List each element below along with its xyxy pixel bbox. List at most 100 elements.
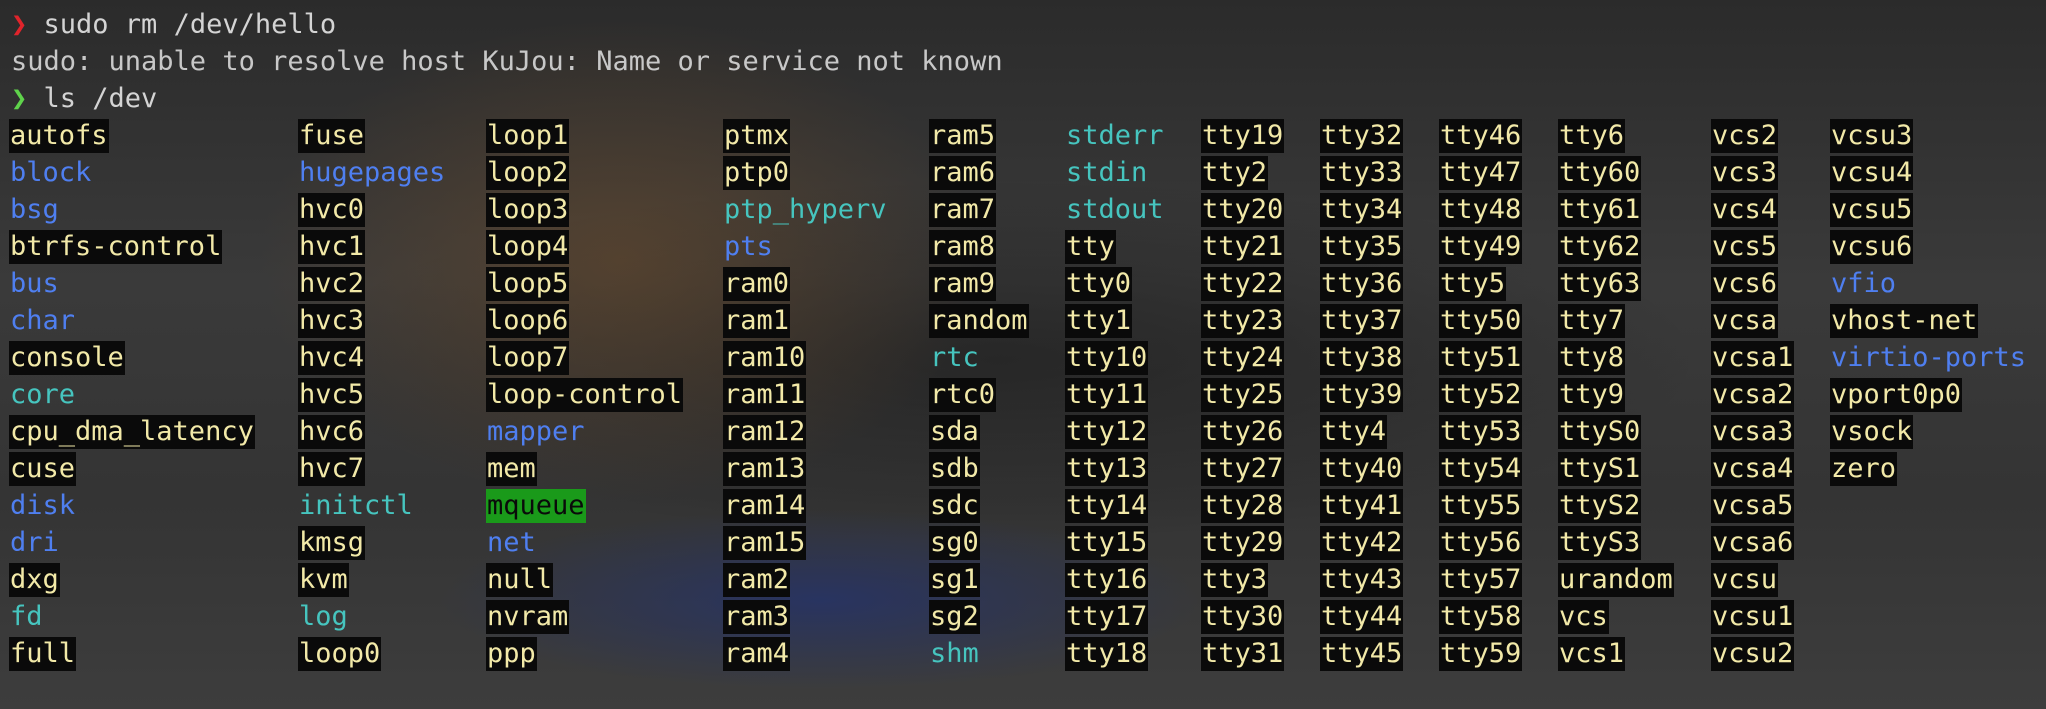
dev-entry-vhost-net: vhost-net xyxy=(1830,302,1979,339)
dev-entry-label: sg1 xyxy=(929,563,980,597)
dev-entry-label: tty44 xyxy=(1320,600,1404,634)
dev-entry-label: fd xyxy=(10,601,43,632)
dev-entry-tty0: tty0 xyxy=(1065,265,1133,302)
dev-entry-tty22: tty22 xyxy=(1201,265,1285,302)
dev-entry-cuse: cuse xyxy=(9,450,77,487)
dev-entry-ram5: ram5 xyxy=(929,117,997,154)
dev-entry-hvc3: hvc3 xyxy=(298,302,366,339)
dev-entry-block: block xyxy=(9,154,92,191)
dev-entry-label: loop1 xyxy=(486,119,570,153)
dev-entry-label: virtio-ports xyxy=(1831,342,2027,373)
dev-entry-label: vcsu6 xyxy=(1830,230,1914,264)
dev-entry-label: tty36 xyxy=(1320,267,1404,301)
dev-entry-tty54: tty54 xyxy=(1439,450,1523,487)
dev-entry-label: loop-control xyxy=(486,378,684,412)
dev-entry-vcs4: vcs4 xyxy=(1711,191,1779,228)
dev-entry-label: disk xyxy=(10,490,76,521)
dev-entry-label: hvc4 xyxy=(298,341,366,375)
dev-entry-tty55: tty55 xyxy=(1439,487,1523,524)
dev-entry-label: sda xyxy=(929,415,980,449)
dev-entry-label: tty30 xyxy=(1201,600,1285,634)
dev-entry-tty26: tty26 xyxy=(1201,413,1285,450)
dev-entry-label: stdout xyxy=(1066,194,1164,225)
dev-entry-ptp_hyperv: ptp_hyperv xyxy=(723,191,888,228)
dev-entry-label: tty0 xyxy=(1065,267,1133,301)
dev-entry-label: tty63 xyxy=(1558,267,1642,301)
dev-entry-label: tty55 xyxy=(1439,489,1523,523)
dev-entry-stdout: stdout xyxy=(1065,191,1165,228)
dev-entry-loop0: loop0 xyxy=(298,635,382,672)
dev-entry-vcs6: vcs6 xyxy=(1711,265,1779,302)
dev-entry-vcs3: vcs3 xyxy=(1711,154,1779,191)
dev-entry-tty21: tty21 xyxy=(1201,228,1285,265)
dev-entry-ram8: ram8 xyxy=(929,228,997,265)
dev-entry-loop2: loop2 xyxy=(486,154,570,191)
dev-entry-tty40: tty40 xyxy=(1320,450,1404,487)
dev-entry-label: tty20 xyxy=(1201,193,1285,227)
dev-entry-label: ram12 xyxy=(723,415,807,449)
dev-entry-tty: tty xyxy=(1065,228,1116,265)
dev-entry-label: tty58 xyxy=(1439,600,1523,634)
dev-entry-label: tty33 xyxy=(1320,156,1404,190)
dev-entry-label: tty54 xyxy=(1439,452,1523,486)
dev-entry-tty17: tty17 xyxy=(1065,598,1149,635)
dev-entry-label: vcs2 xyxy=(1711,119,1779,153)
dev-entry-label: vfio xyxy=(1831,268,1897,299)
dev-entry-label: tty43 xyxy=(1320,563,1404,597)
dev-entry-label: vcsu1 xyxy=(1711,600,1795,634)
dev-entry-tty3: tty3 xyxy=(1201,561,1269,598)
dev-entry-label: initctl xyxy=(299,490,413,521)
dev-entry-label: ram4 xyxy=(723,637,791,671)
dev-entry-label: ram10 xyxy=(723,341,807,375)
dev-entry-tty41: tty41 xyxy=(1320,487,1404,524)
dev-entry-tty8: tty8 xyxy=(1558,339,1626,376)
dev-entry-label: ttyS2 xyxy=(1558,489,1642,523)
dev-entry-label: tty47 xyxy=(1439,156,1523,190)
dev-entry-label: vcsa6 xyxy=(1711,526,1795,560)
dev-entry-tty39: tty39 xyxy=(1320,376,1404,413)
dev-entry-label: tty57 xyxy=(1439,563,1523,597)
dev-entry-label: tty62 xyxy=(1558,230,1642,264)
dev-entry-loop5: loop5 xyxy=(486,265,570,302)
dev-entry-label: tty1 xyxy=(1065,304,1133,338)
dev-entry-ptmx: ptmx xyxy=(723,117,791,154)
dev-entry-mem: mem xyxy=(486,450,537,487)
dev-entry-label: tty49 xyxy=(1439,230,1523,264)
dev-entry-label: tty12 xyxy=(1065,415,1149,449)
dev-entry-dri: dri xyxy=(9,524,60,561)
dev-entry-label: ram8 xyxy=(929,230,997,264)
dev-entry-label: ram0 xyxy=(723,267,791,301)
command-text: ls /dev xyxy=(27,83,158,114)
dev-entry-label: char xyxy=(10,305,76,336)
dev-entry-label: vcsu xyxy=(1711,563,1779,597)
dev-entry-label: tty26 xyxy=(1201,415,1285,449)
dev-entry-initctl: initctl xyxy=(298,487,414,524)
dev-entry-label: cuse xyxy=(9,452,77,486)
dev-entry-tty29: tty29 xyxy=(1201,524,1285,561)
dev-entry-vcsu3: vcsu3 xyxy=(1830,117,1914,154)
dev-entry-label: hvc5 xyxy=(298,378,366,412)
dev-entry-label: bsg xyxy=(10,194,59,225)
dev-entry-label: loop2 xyxy=(486,156,570,190)
dev-entry-label: hugepages xyxy=(299,157,446,188)
dev-entry-label: tty10 xyxy=(1065,341,1149,375)
command-line-2: ❯ ls /dev xyxy=(11,80,157,117)
dev-entry-tty63: tty63 xyxy=(1558,265,1642,302)
dev-entry-label: tty25 xyxy=(1201,378,1285,412)
dev-entry-mapper: mapper xyxy=(486,413,586,450)
dev-entry-tty38: tty38 xyxy=(1320,339,1404,376)
dev-entry-label: tty46 xyxy=(1439,119,1523,153)
dev-entry-vcsu2: vcsu2 xyxy=(1711,635,1795,672)
dev-entry-hvc7: hvc7 xyxy=(298,450,366,487)
dev-entry-tty49: tty49 xyxy=(1439,228,1523,265)
dev-entry-tty42: tty42 xyxy=(1320,524,1404,561)
dev-entry-label: vcsa5 xyxy=(1711,489,1795,523)
dev-entry-label: ram13 xyxy=(723,452,807,486)
dev-entry-label: tty39 xyxy=(1320,378,1404,412)
dev-entry-tty33: tty33 xyxy=(1320,154,1404,191)
dev-entry-tty10: tty10 xyxy=(1065,339,1149,376)
dev-entry-sg1: sg1 xyxy=(929,561,980,598)
dev-entry-label: tty34 xyxy=(1320,193,1404,227)
dev-entry-label: vcs xyxy=(1558,600,1609,634)
dev-entry-label: cpu_dma_latency xyxy=(9,415,255,449)
